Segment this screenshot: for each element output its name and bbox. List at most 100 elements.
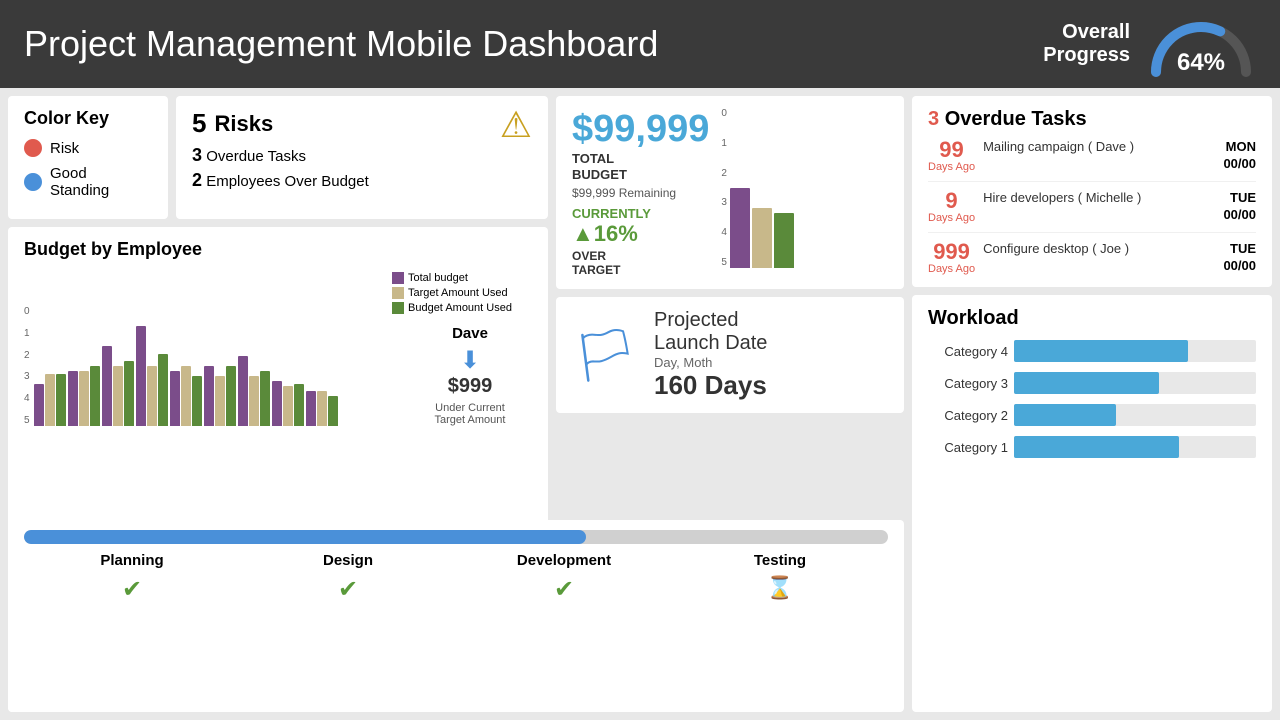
overdue-day-3: TUE00/00 <box>1223 241 1256 275</box>
overall-progress: OverallProgress 64% <box>1043 12 1256 77</box>
total-budget-label: TOTALBUDGET <box>572 151 709 182</box>
warning-icon: ⚠ <box>500 104 532 146</box>
gauge: 64% <box>1146 12 1256 77</box>
risks-overdue: 3 Overdue Tasks <box>192 145 369 166</box>
risks-count: 5 <box>192 108 206 139</box>
bar-target <box>79 371 89 426</box>
legend-total: Total budget <box>392 272 532 284</box>
launch-card: 🏳 ProjectedLaunch Date Day, Moth 160 Day… <box>556 297 904 413</box>
overdue-days-2: 9 Days Ago <box>928 190 975 224</box>
bar-total <box>34 384 44 426</box>
workload-bar-bg-2 <box>1014 404 1256 426</box>
dave-sublabel: Under CurrentTarget Amount <box>408 402 532 426</box>
progress-pct: 64% <box>1146 49 1256 77</box>
stage-development: Development ✔ <box>456 552 672 604</box>
bar-used <box>56 374 66 426</box>
bar-used <box>260 371 270 426</box>
overdue-count: 3 <box>928 108 939 130</box>
bar-target <box>283 386 293 426</box>
stage-planning: Planning ✔ <box>24 552 240 604</box>
workload-cat1-label: Category 1 <box>928 440 1008 455</box>
overdue-item-2: 9 Days Ago Hire developers ( Michelle ) … <box>928 190 1256 233</box>
bar-used <box>226 366 236 426</box>
flag-icon: 🏳 <box>572 325 638 386</box>
remaining-label: $99,999 Remaining <box>572 186 709 200</box>
bar-group-6 <box>204 366 236 426</box>
progress-label: OverallProgress <box>1043 21 1130 67</box>
stage-planning-label: Planning <box>24 552 240 569</box>
mini-bar-purple <box>730 188 750 268</box>
workload-cat1: Category 1 <box>928 436 1256 458</box>
currently-pct: ▲16% <box>572 221 709 247</box>
legend-used-label: Budget Amount Used <box>408 302 512 314</box>
legend: Total budget Target Amount Used Budget A… <box>392 268 532 317</box>
bar-target <box>181 366 191 426</box>
stage-design: Design ✔ <box>240 552 456 604</box>
mini-bar-tan <box>752 208 772 268</box>
workload-bar-bg-4 <box>1014 340 1256 362</box>
color-key-title: Color Key <box>24 108 152 129</box>
bar-used <box>90 366 100 426</box>
mini-bar-green <box>774 213 794 268</box>
bar-used <box>124 361 134 426</box>
main-grid: Color Key Risk GoodStanding 5 Risks <box>0 88 1280 720</box>
overdue-label: Overdue Tasks <box>206 148 306 165</box>
mid-column: $99,999 TOTALBUDGET $99,999 Remaining CU… <box>556 96 904 512</box>
bar-target <box>45 374 55 426</box>
workload-bar-fill-1 <box>1014 436 1179 458</box>
bar-target <box>113 366 123 426</box>
legend-box-green <box>392 302 404 314</box>
dave-section: Dave ⬇ $999 Under CurrentTarget Amount <box>392 325 532 426</box>
risks-title: 5 Risks <box>192 108 369 139</box>
overdue-title: 3 Overdue Tasks <box>928 108 1256 131</box>
bar-total <box>204 366 214 426</box>
workload-bar-bg-3 <box>1014 372 1256 394</box>
bar-group-8 <box>272 381 304 426</box>
bar-total <box>272 381 282 426</box>
risks-card: 5 Risks 3 Overdue Tasks 2 Employees Over… <box>176 96 548 219</box>
right-side: Total budget Target Amount Used Budget A… <box>392 268 532 426</box>
dave-name: Dave <box>408 325 532 342</box>
stage-testing: Testing ⌛ <box>672 552 888 604</box>
mini-y-axis: 5 4 3 2 1 0 <box>721 108 730 268</box>
mini-bar-area <box>730 108 794 268</box>
bar-target <box>249 376 259 426</box>
bar-used <box>158 354 168 426</box>
bar-chart-wrapper: 5 4 3 2 1 0 <box>24 268 384 426</box>
top-row: Color Key Risk GoodStanding 5 Risks <box>8 96 548 219</box>
risk-label: Risk <box>50 140 79 157</box>
budget-content: 5 4 3 2 1 0 <box>24 268 532 426</box>
bar-used <box>192 376 202 426</box>
workload-cat4-label: Category 4 <box>928 344 1008 359</box>
check-icon: ✔ <box>24 575 240 604</box>
budget-gauge-card: $99,999 TOTALBUDGET $99,999 Remaining CU… <box>556 96 904 289</box>
stage-testing-label: Testing <box>672 552 888 569</box>
workload-bar-fill-2 <box>1014 404 1116 426</box>
hourglass-icon: ⌛ <box>672 575 888 601</box>
bar-target <box>215 376 225 426</box>
overdue-days-1: 99 Days Ago <box>928 139 975 173</box>
bar-total <box>68 371 78 426</box>
workload-bar-bg-1 <box>1014 436 1256 458</box>
over-target-label: OVERTARGET <box>572 249 709 277</box>
overdue-item-1: 99 Days Ago Mailing campaign ( Dave ) MO… <box>928 139 1256 182</box>
overdue-desc-1: Mailing campaign ( Dave ) <box>983 139 1215 154</box>
down-arrow-icon: ⬇ <box>408 346 532 375</box>
legend-box-purple <box>392 272 404 284</box>
bar-group-1 <box>34 374 66 426</box>
legend-box-tan <box>392 287 404 299</box>
bar-used <box>294 384 304 426</box>
good-dot <box>24 173 42 191</box>
launch-days: 160 Days <box>654 370 767 401</box>
overdue-desc-2: Hire developers ( Michelle ) <box>983 190 1215 205</box>
color-key-card: Color Key Risk GoodStanding <box>8 96 168 219</box>
budget-employee-title: Budget by Employee <box>24 239 532 260</box>
mini-group-2 <box>752 208 772 268</box>
workload-cat4: Category 4 <box>928 340 1256 362</box>
overdue-num: 3 <box>192 145 202 165</box>
over-budget-label: Employees Over Budget <box>206 173 369 190</box>
overdue-item-3: 999 Days Ago Configure desktop ( Joe ) T… <box>928 241 1256 275</box>
right-column: 3 Overdue Tasks 99 Days Ago Mailing camp… <box>912 96 1272 712</box>
bar-group-5 <box>170 366 202 426</box>
progress-stages: Planning ✔ Design ✔ Development ✔ Testin… <box>24 552 888 604</box>
